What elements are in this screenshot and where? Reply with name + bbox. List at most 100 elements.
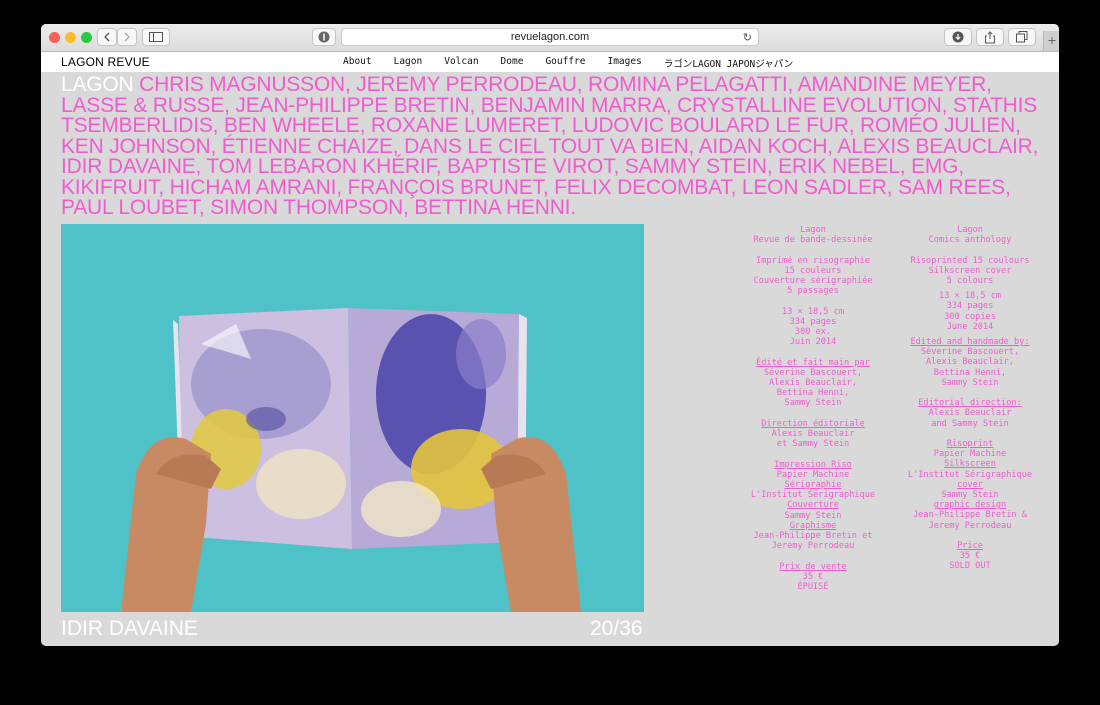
fr-made-line: Bettina Henni,: [776, 388, 850, 399]
en-cover-line: Sammy Stein: [941, 490, 999, 501]
info-column-english: Lagon Comics anthology Risoprinted 15 co…: [890, 225, 1050, 572]
contributors-list: CHRIS MAGNUSSON, JEREMY PERRODEAU, ROMIN…: [61, 73, 1039, 219]
fr-spec-line: 13 × 18,5 cm: [781, 306, 845, 317]
en-direction-label: Editorial direction:: [918, 398, 1022, 409]
reload-icon[interactable]: ↻: [743, 31, 752, 44]
fr-riso-label: Impression Riso: [774, 459, 852, 470]
fr-print-line: Couverture sérigraphiée: [753, 276, 873, 286]
en-print-line: Risoprinted 15 coulours: [910, 255, 1030, 266]
fr-print-line: Imprimé en risographie: [756, 255, 870, 266]
en-direction-line: and Sammy Stein: [931, 418, 1009, 429]
nav-link-volcan[interactable]: Volcan: [444, 56, 478, 70]
en-status: SOLD OUT: [949, 561, 991, 572]
nav-link-lagon-japon[interactable]: ラゴンLAGON JAPONジャパン: [664, 56, 793, 70]
en-price-label: Price: [957, 541, 983, 552]
fr-serigraphie-line: L'Institut Sérigraphique: [750, 490, 876, 501]
privacy-report-button[interactable]: [312, 28, 336, 46]
site-header: LAGON REVUE About Lagon Volcan Dome Gouf…: [41, 52, 1059, 72]
fr-graphisme-line: Jeremy Perrodeau: [771, 541, 855, 552]
shield-icon: [318, 31, 330, 43]
new-tab-button[interactable]: +: [1043, 31, 1059, 51]
en-spec-line: June 2014: [946, 321, 994, 332]
en-made-line: Alexis Beauclair,: [926, 357, 1014, 368]
minimize-window-button[interactable]: [65, 32, 76, 43]
fr-serigraphie-label: Sérigraphie: [784, 480, 842, 490]
fr-direction-label: Direction éditoriale: [761, 418, 865, 429]
en-spec-line: 13 × 18,5 cm: [938, 291, 1002, 302]
en-made-line: Sammy Stein: [941, 377, 999, 388]
en-subtitle: Comics anthology: [928, 235, 1012, 246]
en-made-line: Séverine Bascouert,: [920, 347, 1020, 358]
fr-status: ÉPUISÉ: [797, 582, 829, 593]
zoom-window-button[interactable]: [81, 32, 92, 43]
fr-direction-line: et Sammy Stein: [776, 439, 850, 450]
en-cover-label: cover: [957, 479, 983, 490]
forward-button[interactable]: [117, 28, 137, 46]
nav-link-gouffre[interactable]: Gouffre: [545, 56, 585, 70]
fr-cover-label: Couverture: [787, 500, 839, 511]
open-book-photo: [61, 224, 644, 612]
en-silkscreen-line: L'Institut Sérigraphique: [907, 469, 1033, 480]
en-riso-label: Risoprint: [946, 439, 994, 450]
fr-graphisme-line: Jean-Philippe Bretin et: [753, 531, 873, 542]
fr-made-line: Sammy Stein: [784, 398, 842, 409]
en-made-label: Edited and handmade by:: [910, 337, 1030, 348]
en-graphic-design-line: Jeremy Perrodeau: [928, 520, 1012, 531]
en-riso-line: Papier Machine: [933, 449, 1007, 460]
en-price-value: 35 €: [959, 551, 981, 562]
sidebar-icon: [149, 32, 163, 42]
nav-link-lagon[interactable]: Lagon: [394, 56, 423, 70]
fr-spec-line: Juin 2014: [789, 337, 837, 348]
site-nav: About Lagon Volcan Dome Gouffre Images ラ…: [343, 56, 815, 70]
download-icon: [952, 31, 964, 43]
fr-subtitle: Revue de bande-dessinée: [753, 235, 873, 246]
fr-graphisme-label: Graphisme: [789, 520, 837, 531]
nav-link-dome[interactable]: Dome: [501, 56, 524, 70]
address-bar[interactable]: revuelagon.com ↻: [341, 28, 759, 46]
nav-link-images[interactable]: Images: [607, 56, 641, 70]
tabs-overview-button[interactable]: [1008, 28, 1036, 46]
fr-made-label: Édité et fait main par: [756, 357, 870, 368]
fr-title: Lagon: [800, 225, 826, 235]
site-logo[interactable]: LAGON REVUE: [61, 55, 150, 69]
fr-riso-line: Papier Machine: [776, 469, 850, 480]
browser-window: revuelagon.com ↻ + LAGON REVUE About Lag…: [41, 24, 1059, 646]
fr-price-label: Prix de vente: [779, 561, 847, 572]
slide-counter: 20/36: [590, 617, 643, 640]
share-icon: [985, 30, 995, 43]
en-graphic-design-label: graphic design: [933, 500, 1007, 511]
fr-cover-line: Sammy Stein: [784, 510, 842, 521]
en-silkscreen-label: Silkscreen: [944, 459, 996, 470]
contributors-headline: LAGON CHRIS MAGNUSSON, JEREMY PERRODEAU,…: [61, 73, 1051, 219]
en-print-line: 5 colours: [946, 276, 994, 286]
chevron-right-icon: [124, 32, 130, 42]
nav-link-about[interactable]: About: [343, 56, 372, 70]
downloads-button[interactable]: [944, 28, 972, 46]
info-column-french: Lagon Revue de bande-dessinée Imprimé en…: [733, 225, 893, 592]
en-print-line: Silkscreen cover: [928, 265, 1012, 276]
url-text: revuelagon.com: [510, 31, 590, 43]
en-spec-line: 334 pages: [946, 301, 994, 312]
fr-made-line: Séverine Bascouert,: [763, 367, 863, 378]
fr-print-line: 5 passages: [787, 286, 839, 297]
fr-made-line: Alexis Beauclair,: [769, 378, 857, 388]
fr-print-line: 15 couleurs: [784, 265, 842, 276]
slide-artist-name: IDIR DAVAINE: [61, 617, 198, 640]
en-spec-line: 300 copies: [944, 311, 996, 322]
chevron-left-icon: [104, 32, 110, 42]
en-direction-line: Alexis Beauclair: [928, 408, 1012, 419]
back-button[interactable]: [97, 28, 117, 46]
en-graphic-design-line: Jean-Philippe Bretin &: [913, 510, 1027, 521]
tabs-icon: [1016, 31, 1028, 43]
slideshow-image[interactable]: [61, 224, 644, 612]
fr-spec-line: 300 ex.: [794, 327, 832, 337]
fr-price-value: 35 €: [802, 571, 824, 582]
browser-toolbar: revuelagon.com ↻ +: [41, 24, 1059, 52]
en-made-line: Bettina Henni,: [933, 367, 1007, 378]
fr-spec-line: 334 pages: [789, 316, 837, 327]
close-window-button[interactable]: [49, 32, 60, 43]
share-button[interactable]: [976, 28, 1004, 46]
sidebar-toggle-button[interactable]: [142, 28, 170, 46]
fr-direction-line: Alexis Beauclair: [771, 429, 855, 439]
en-title: Lagon: [957, 225, 983, 235]
